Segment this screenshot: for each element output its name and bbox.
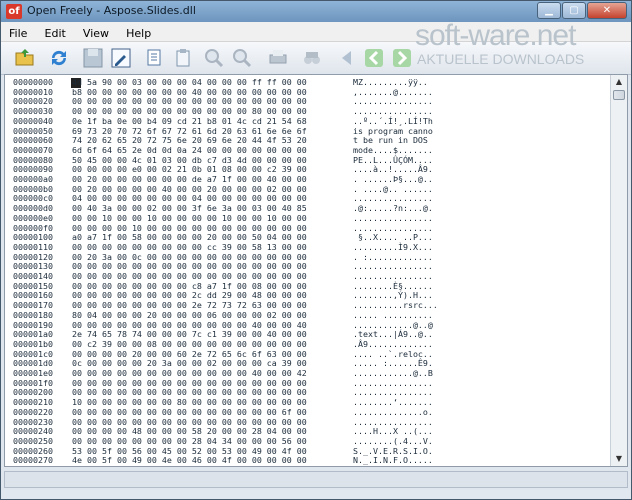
close-icon: ✕ — [602, 5, 612, 16]
save-button[interactable] — [81, 46, 105, 70]
paste-icon — [176, 49, 190, 67]
scroll-up-icon[interactable]: ▲ — [612, 75, 626, 89]
horizontal-scrollbar[interactable] — [4, 471, 628, 488]
first-button[interactable] — [334, 46, 358, 70]
row-address: 00000270 — [13, 455, 53, 466]
watermark: soft-ware.net AKTUELLE DOWNLOADS — [415, 19, 629, 71]
copy-button[interactable] — [143, 46, 167, 70]
menu-file[interactable]: File — [5, 25, 31, 42]
menu-edit[interactable]: Edit — [41, 25, 70, 42]
find-button[interactable] — [300, 46, 324, 70]
maximize-icon: ▢ — [569, 5, 579, 16]
maximize-button[interactable]: ▢ — [562, 2, 586, 19]
zoom-in-icon — [205, 49, 224, 68]
refresh-button[interactable] — [47, 46, 71, 70]
watermark-title: soft-ware.net — [415, 19, 576, 52]
forward-icon — [393, 49, 411, 67]
menu-help[interactable]: Help — [122, 25, 155, 42]
zoom-out-button[interactable] — [230, 46, 254, 70]
close-button[interactable]: ✕ — [587, 2, 627, 19]
print-icon — [269, 50, 287, 64]
zoom-in-button[interactable] — [202, 46, 226, 70]
scroll-down-icon[interactable]: ▼ — [612, 452, 626, 466]
save-icon — [83, 48, 103, 68]
menu-view[interactable]: View — [79, 25, 113, 42]
forward-button[interactable] — [390, 46, 414, 70]
back-icon — [365, 49, 383, 67]
status-bar — [1, 490, 631, 499]
app-window: of Open Freely - Aspose.Slides.dll ▁ ▢ ✕… — [0, 0, 632, 500]
hex-viewer[interactable]: 00000000 4d 5a 90 00 03 00 00 00 04 00 00… — [4, 74, 628, 467]
zoom-out-icon — [233, 49, 252, 68]
find-icon — [304, 52, 320, 64]
print-button[interactable] — [266, 46, 290, 70]
scroll-thumb[interactable] — [613, 90, 625, 100]
row-ascii[interactable]: N._.I.N.F.O..... — [353, 455, 433, 466]
minimize-button[interactable]: ▁ — [537, 2, 561, 19]
edit-icon — [111, 48, 131, 68]
watermark-subtitle: AKTUELLE DOWNLOADS — [417, 51, 585, 67]
row-hex-bytes[interactable]: 4e 00 5f 00 49 00 4e 00 46 00 4f 00 00 0… — [72, 455, 307, 466]
minimize-icon: ▁ — [545, 5, 553, 16]
vertical-scrollbar[interactable]: ▲ ▼ — [610, 75, 627, 466]
paste-button[interactable] — [171, 46, 195, 70]
open-button[interactable] — [13, 46, 37, 70]
open-icon — [15, 49, 34, 66]
window-controls: ▁ ▢ ✕ — [536, 2, 627, 20]
app-logo-icon: of — [6, 4, 22, 19]
copy-icon — [147, 49, 161, 66]
back-button[interactable] — [362, 46, 386, 70]
hex-row: 00000270 4e 00 5f 00 49 00 4e 00 46 00 4f… — [5, 455, 610, 466]
refresh-icon — [51, 50, 67, 66]
window-title: Open Freely - Aspose.Slides.dll — [27, 4, 196, 17]
first-icon — [342, 51, 351, 65]
edit-button[interactable] — [109, 46, 133, 70]
